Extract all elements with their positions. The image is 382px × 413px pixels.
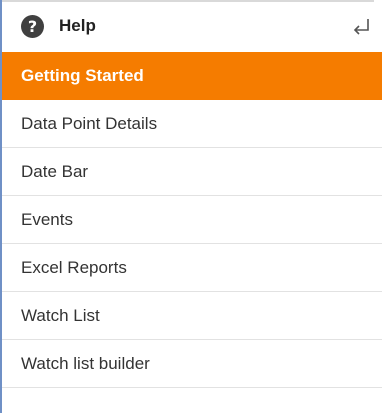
menu-item-watch-list-builder[interactable]: Watch list builder [2, 340, 382, 388]
help-title: Help [59, 16, 96, 35]
return-arrow-icon[interactable] [350, 16, 372, 38]
help-header: ? Help [2, 2, 382, 50]
menu-item-events[interactable]: Events [2, 196, 382, 244]
question-circle-icon: ? [21, 14, 44, 38]
help-panel: ? Help Getting Started Data Point Detail… [0, 0, 382, 413]
menu-item-data-point-details[interactable]: Data Point Details [2, 100, 382, 148]
menu-item-watch-list[interactable]: Watch List [2, 292, 382, 340]
menu-item-date-bar[interactable]: Date Bar [2, 148, 382, 196]
menu-item-excel-reports[interactable]: Excel Reports [2, 244, 382, 292]
menu-item-getting-started[interactable]: Getting Started [2, 52, 382, 100]
help-topics-menu: Getting Started Data Point Details Date … [2, 52, 382, 388]
